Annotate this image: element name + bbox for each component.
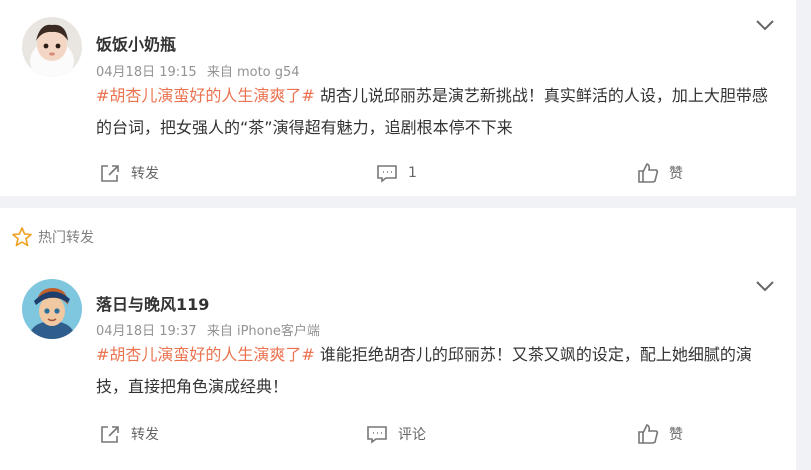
chevron-down-icon[interactable]: [755, 16, 775, 31]
repost-label: 转发: [131, 427, 159, 443]
repost-button[interactable]: 转发: [99, 422, 159, 446]
like-button[interactable]: 赞: [637, 422, 683, 446]
repost-label: 转发: [131, 166, 159, 182]
repost-icon: [101, 426, 119, 443]
post-source: 来自 iPhone客户端: [206, 324, 320, 339]
section-header: [0, 208, 796, 257]
chevron-down-icon[interactable]: [755, 277, 775, 292]
comment-label: 评论: [398, 427, 426, 443]
repost-button[interactable]: 转发: [99, 161, 159, 185]
post-source: 来自 moto g54: [206, 65, 300, 80]
username[interactable]: 饭饭小奶瓶: [96, 31, 176, 55]
post-content: #胡杏儿演蛮好的人生演爽了# 谁能拒绝胡杏儿的邱丽苏！又茶又飒的设定，配上她细腻…: [96, 339, 776, 403]
post-meta: 04月18日 19:37 来自 iPhone客户端: [96, 320, 326, 339]
like-button[interactable]: 赞: [637, 161, 683, 185]
username[interactable]: 落日与晚风119: [96, 291, 209, 315]
post-time[interactable]: 04月18日 19:15: [96, 65, 197, 80]
comment-icon: [377, 165, 397, 183]
scrollbar[interactable]: [796, 0, 811, 470]
comment-count: 1: [408, 165, 417, 181]
post-time[interactable]: 04月18日 19:37: [96, 324, 197, 339]
repost-icon: [101, 165, 119, 182]
comment-button[interactable]: 1: [376, 161, 417, 185]
like-label: 赞: [669, 166, 683, 182]
topic-link[interactable]: #胡杏儿演蛮好的人生演爽了#: [96, 86, 315, 105]
thumbs-up-icon: [638, 163, 659, 183]
avatar[interactable]: [22, 279, 82, 339]
post-content: #胡杏儿演蛮好的人生演爽了# 胡杏儿说邱丽苏是演艺新挑战！真实鲜活的人设，加上大…: [96, 80, 776, 144]
section-title: 热门转发: [38, 230, 94, 246]
post-meta: 04月18日 19:15 来自 moto g54: [96, 61, 306, 80]
star-icon: [11, 226, 33, 248]
like-label: 赞: [669, 427, 683, 443]
topic-link[interactable]: #胡杏儿演蛮好的人生演爽了#: [96, 345, 315, 364]
comment-button[interactable]: 评论: [366, 422, 426, 446]
avatar[interactable]: [22, 17, 82, 77]
thumbs-up-icon: [638, 424, 659, 444]
comment-icon: [367, 426, 387, 444]
